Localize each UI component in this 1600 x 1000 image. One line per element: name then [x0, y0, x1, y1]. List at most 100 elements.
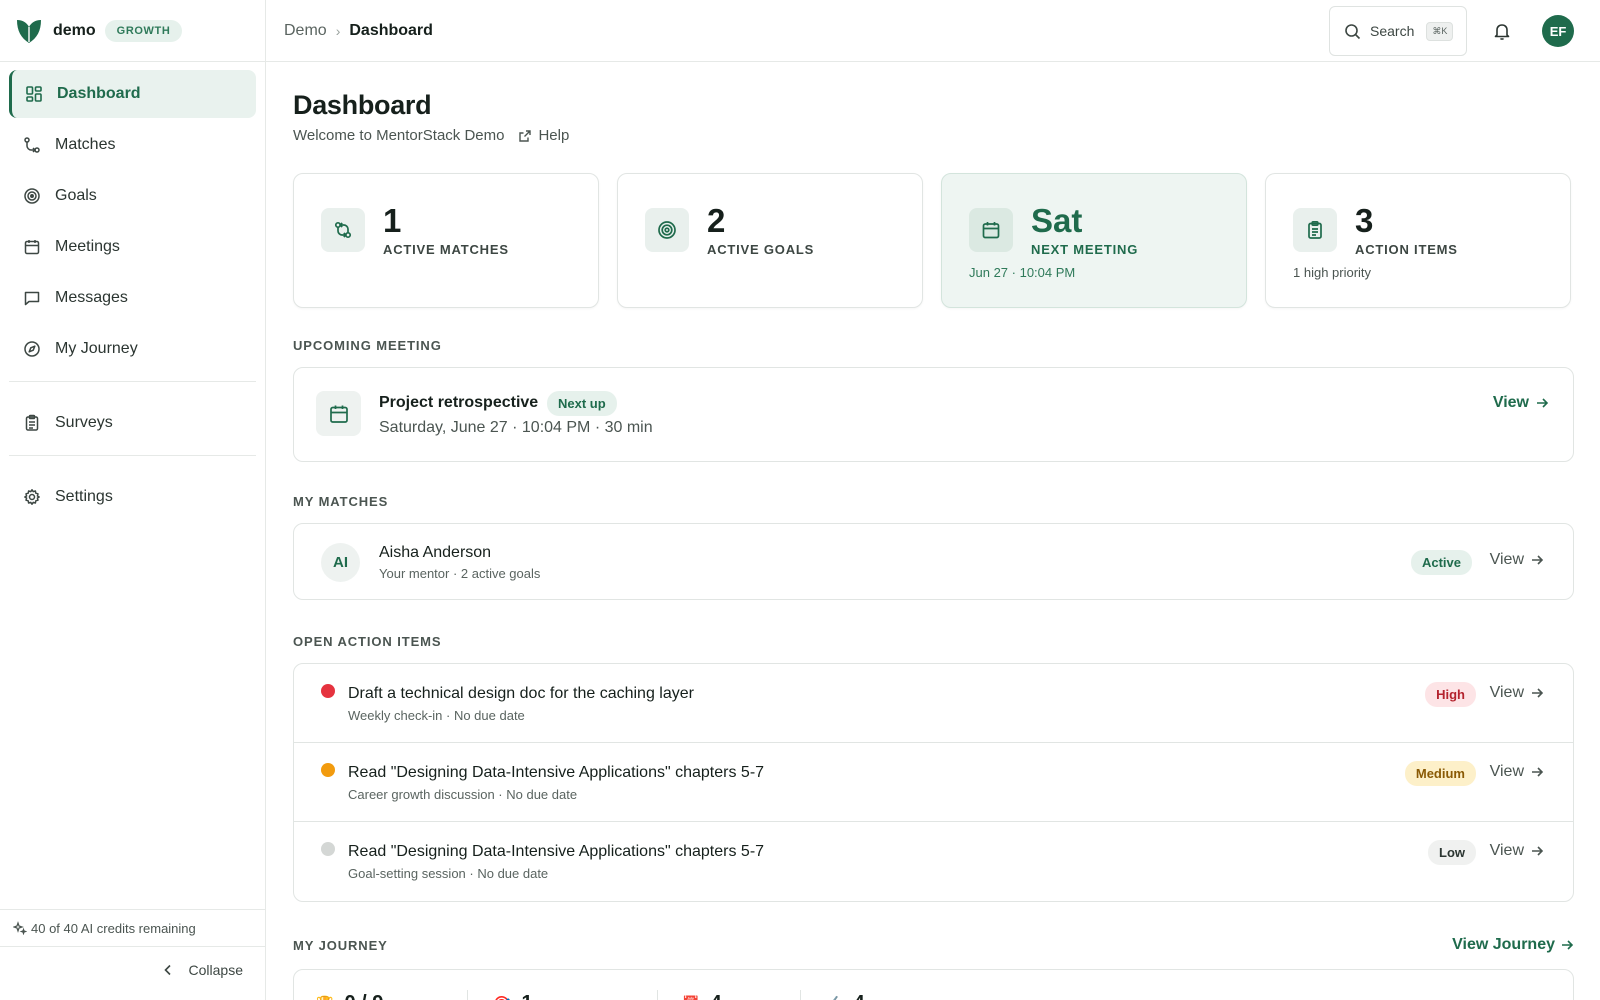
stat-label: ACTIVE MATCHES [383, 242, 509, 257]
sidebar-item-messages[interactable]: Messages [9, 274, 256, 322]
nav-divider [9, 381, 256, 382]
match-avatar: AI [321, 543, 360, 582]
search-label: Search [1370, 23, 1415, 39]
sidebar-item-label: Matches [55, 136, 116, 153]
sidebar-item-dashboard[interactable]: Dashboard [9, 70, 256, 118]
priority-badge: Medium [1404, 761, 1476, 786]
stat-value: 3 [1355, 202, 1374, 239]
brand: demo GROWTH [0, 0, 265, 62]
action-sub: Goal-setting session · No due date [348, 866, 549, 881]
status-badge: Active [1410, 550, 1472, 575]
stat-value: 1 [383, 202, 402, 239]
ai-credits-text: 40 of 40 AI credits remaining [31, 920, 196, 936]
sidebar-item-label: Surveys [55, 414, 113, 431]
match-card[interactable]: AI Aisha Anderson Your mentor · 2 active… [293, 523, 1574, 600]
view-label: View [1492, 394, 1529, 411]
breadcrumb-chevron-icon: › [335, 22, 341, 39]
user-avatar[interactable]: EF [1542, 15, 1574, 47]
sidebar-item-my-journey[interactable]: My Journey [9, 325, 256, 373]
sidebar-item-label: Meetings [55, 238, 120, 255]
stat-sub: Jun 27 · 10:04 PM [969, 265, 1076, 280]
target-icon [24, 188, 40, 204]
view-match-button[interactable]: View [1490, 551, 1544, 569]
stat-value: Sat [1031, 202, 1083, 239]
next-up-badge: Next up [547, 391, 617, 416]
leaf-logo-icon[interactable] [14, 16, 44, 46]
collapse-button[interactable]: Collapse [161, 962, 243, 978]
ai-credits: 40 of 40 AI credits remaining [0, 909, 265, 947]
journey-stat-milestones: 🏆 0 / 9 [316, 992, 383, 1000]
section-title-upcoming: UPCOMING MEETING [293, 338, 442, 353]
action-sub: Weekly check-in · No due date [348, 708, 525, 723]
page-subtitle: Welcome to MentorStack Demo [293, 127, 505, 144]
sidebar: demo GROWTH Dashboard Matches Goals Meet… [0, 0, 266, 1000]
arrow-right-icon [1532, 555, 1544, 565]
breadcrumb-demo[interactable]: Demo [284, 22, 327, 40]
collapse-label: Collapse [188, 962, 243, 978]
sidebar-item-goals[interactable]: Goals [9, 172, 256, 220]
page-subtitle-row: Welcome to MentorStack Demo Help [293, 127, 1574, 144]
arrow-right-icon [1532, 767, 1544, 777]
priority-dot [321, 763, 335, 777]
stat-card-active-matches[interactable]: 1 ACTIVE MATCHES [293, 173, 599, 308]
arrow-right-icon [1562, 940, 1574, 950]
stat-card-active-goals[interactable]: 2 ACTIVE GOALS [617, 173, 923, 308]
sidebar-item-meetings[interactable]: Meetings [9, 223, 256, 271]
journey-stat-meetings: 📅 4 [682, 992, 722, 1000]
arrow-right-icon [1532, 846, 1544, 856]
stat-card-next-meeting[interactable]: Sat NEXT MEETING Jun 27 · 10:04 PM [941, 173, 1247, 308]
journey-stat-value: 4 [710, 992, 721, 1000]
view-action-button[interactable]: View [1490, 842, 1544, 860]
upcoming-meeting-card[interactable]: Project retrospective Next up Saturday, … [293, 367, 1574, 462]
view-label: View [1489, 842, 1524, 859]
journey-stat-value: 0 / 9 [344, 992, 383, 1000]
git-compare-icon [321, 208, 365, 252]
sidebar-item-surveys[interactable]: Surveys [9, 399, 256, 447]
stat-value: 2 [707, 202, 726, 239]
action-items-card: Draft a technical design doc for the cac… [293, 663, 1574, 902]
main-content: Dashboard Welcome to MentorStack Demo He… [293, 62, 1574, 1000]
journey-card[interactable]: 🏆 0 / 9 🎯 1 📅 4 ✍️ 4 [293, 969, 1574, 1000]
calendar-icon [24, 240, 40, 255]
action-title: Read "Designing Data-Intensive Applicati… [348, 764, 765, 781]
target-icon [645, 208, 689, 252]
section-title-action-items: OPEN ACTION ITEMS [293, 634, 442, 649]
calendar-icon [969, 208, 1013, 252]
sidebar-item-matches[interactable]: Matches [9, 121, 256, 169]
sidebar-item-label: Settings [55, 488, 113, 505]
breadcrumb-current: Dashboard [349, 21, 433, 39]
action-item-row[interactable]: Read "Designing Data-Intensive Applicati… [294, 743, 1573, 822]
meeting-details: Saturday, June 27 · 10:04 PM · 30 min [379, 419, 653, 436]
stat-card-action-items[interactable]: 3 ACTION ITEMS 1 high priority [1265, 173, 1571, 308]
git-compare-icon [24, 137, 40, 153]
brand-name: demo [53, 21, 96, 39]
journey-divider [800, 990, 801, 1000]
journey-stat-reflections: ✍️ 4 [825, 992, 865, 1000]
view-journey-link[interactable]: View Journey [1452, 936, 1574, 954]
view-meeting-button[interactable]: View [1493, 394, 1549, 412]
clipboard-list-icon [25, 414, 39, 431]
action-item-row[interactable]: Read "Designing Data-Intensive Applicati… [294, 822, 1573, 901]
action-item-row[interactable]: Draft a technical design doc for the cac… [294, 664, 1573, 743]
help-link[interactable]: Help [518, 127, 569, 144]
sidebar-nav: Dashboard Matches Goals Meetings Message… [0, 62, 265, 521]
pencil-icon: ✍️ [825, 995, 842, 1000]
priority-dot [321, 684, 335, 698]
sidebar-item-settings[interactable]: Settings [9, 473, 256, 521]
journey-stat-goals: 🎯 1 [493, 992, 533, 1000]
nav-divider [9, 455, 256, 456]
arrow-right-icon [1532, 688, 1544, 698]
view-action-button[interactable]: View [1490, 684, 1544, 702]
view-label: View [1489, 684, 1524, 701]
journey-header: MY JOURNEY View Journey [293, 936, 1574, 954]
journey-divider [657, 990, 658, 1000]
view-action-button[interactable]: View [1490, 763, 1544, 781]
compass-icon [24, 341, 40, 357]
match-name: Aisha Anderson [379, 544, 492, 561]
view-label: View [1489, 551, 1524, 568]
priority-badge: High [1425, 682, 1476, 707]
search-button[interactable]: Search ⌘K [1329, 6, 1467, 56]
dashboard-icon [26, 86, 42, 102]
external-link-icon [519, 129, 532, 142]
bell-icon[interactable] [1491, 20, 1513, 42]
